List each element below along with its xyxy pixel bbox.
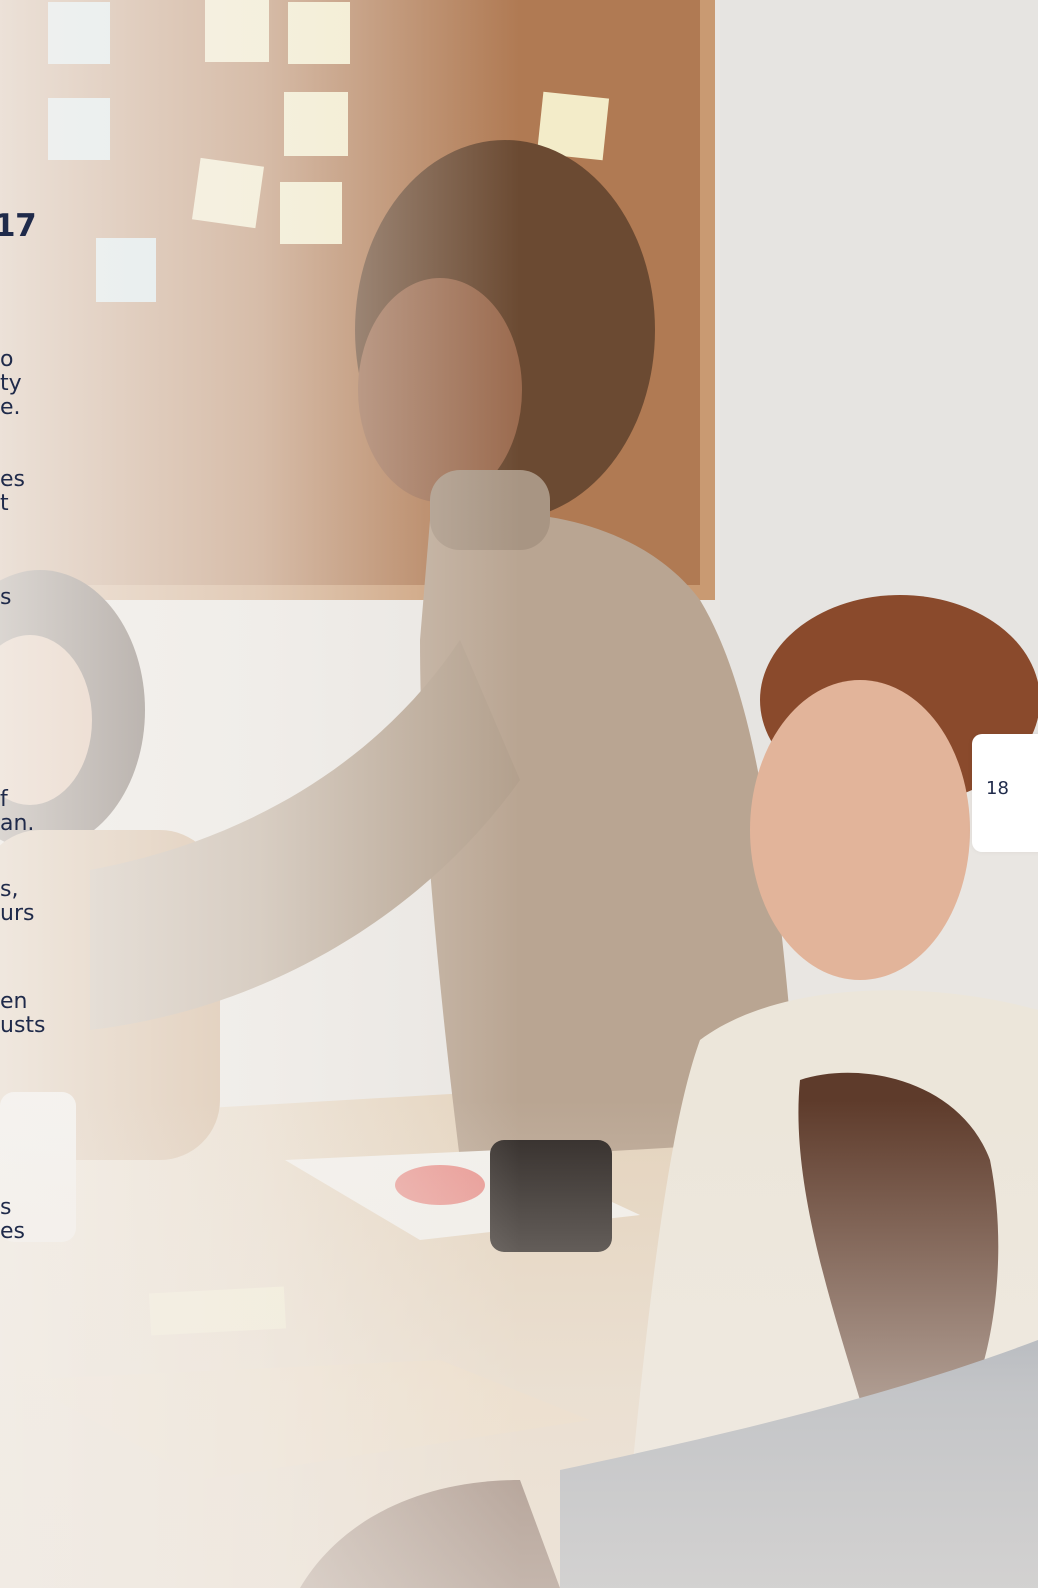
- page-number-tab: 18: [972, 734, 1038, 852]
- heading-fragment: 17: [0, 208, 37, 244]
- person-right-face: [750, 680, 970, 980]
- sticky-note: [205, 0, 269, 62]
- text-fragment: t: [0, 491, 9, 516]
- sticky-note-table: [148, 1286, 287, 1336]
- text-fragment: urs: [0, 901, 35, 926]
- sticky-note: [288, 2, 350, 64]
- meeting-photo-icon: [0, 0, 1038, 1588]
- sticky-note: [191, 157, 265, 229]
- text-fragment: s: [0, 585, 12, 610]
- sticky-note: [280, 182, 342, 244]
- coffee-cup-dark: [490, 1140, 612, 1252]
- sticky-note: [96, 238, 156, 302]
- text-fragment: es: [0, 467, 25, 492]
- person-center-neck: [430, 470, 550, 550]
- text-fragment: e.: [0, 395, 21, 420]
- text-fragment: s,: [0, 877, 19, 902]
- text-fragment: an.: [0, 811, 35, 836]
- text-fragment: s: [0, 1195, 12, 1220]
- text-fragment: es: [0, 1219, 25, 1244]
- text-fragment: o: [0, 347, 14, 372]
- tablet-chart: [395, 1165, 485, 1205]
- sticky-note: [284, 92, 348, 156]
- text-fragment: ty: [0, 371, 22, 396]
- page-number: 18: [986, 778, 1009, 799]
- text-fragment: f: [0, 787, 8, 812]
- sticky-note: [48, 2, 110, 64]
- document-page: 17 o ty e. es t s f an. s, urs en usts s…: [0, 0, 1038, 1588]
- corkboard-frame: [700, 0, 715, 600]
- person-center-face: [358, 278, 522, 502]
- text-fragment: usts: [0, 1013, 46, 1038]
- text-fragment: en: [0, 989, 28, 1014]
- sticky-note: [48, 98, 110, 160]
